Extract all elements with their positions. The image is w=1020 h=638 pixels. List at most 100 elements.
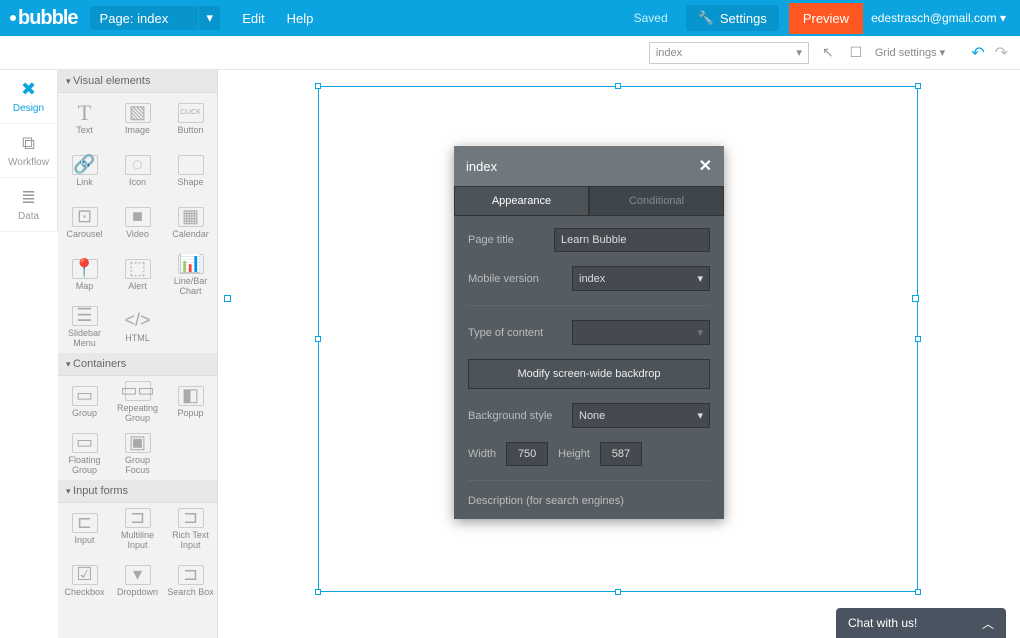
palette-checkbox[interactable]: ☑Checkbox bbox=[58, 555, 111, 607]
calendar-icon: ▦ bbox=[178, 207, 204, 227]
palette-section-input[interactable]: Input forms bbox=[58, 480, 217, 503]
background-style-select[interactable]: None▾ bbox=[572, 403, 710, 428]
dropdown-icon: ▾ bbox=[125, 565, 151, 585]
chevron-down-icon: ▾ bbox=[697, 272, 703, 285]
tab-design[interactable]: ✖ Design bbox=[0, 70, 57, 124]
input-icon: ⊏ bbox=[72, 513, 98, 533]
tab-data[interactable]: ≣ Data bbox=[0, 178, 57, 232]
palette-shape[interactable]: Shape bbox=[164, 145, 217, 197]
button-icon: CLICK bbox=[178, 103, 204, 123]
palette-section-visual[interactable]: Visual elements bbox=[58, 70, 217, 93]
palette-chart[interactable]: 📊Line/Bar Chart bbox=[164, 249, 217, 301]
help-menu[interactable]: Help bbox=[287, 11, 314, 26]
palette-alert[interactable]: ⬚Alert bbox=[111, 249, 164, 301]
group-icon: ▭ bbox=[72, 386, 98, 406]
palette-html[interactable]: </>HTML bbox=[111, 301, 164, 353]
width-label: Width bbox=[468, 448, 496, 460]
palette-repeating-group[interactable]: ▭▭Repeating Group bbox=[111, 376, 164, 428]
chevron-down-icon: ▾ bbox=[697, 409, 703, 422]
palette-group[interactable]: ▭Group bbox=[58, 376, 111, 428]
palette-map[interactable]: 📍Map bbox=[58, 249, 111, 301]
tab-conditional[interactable]: Conditional bbox=[589, 186, 724, 216]
palette-link[interactable]: 🔗Link bbox=[58, 145, 111, 197]
resize-handle-ml[interactable] bbox=[315, 336, 321, 342]
property-editor[interactable]: index ✕ Appearance Conditional Page titl… bbox=[454, 146, 724, 519]
resize-handle-bl[interactable] bbox=[315, 589, 321, 595]
parents-arrow-icon[interactable]: ↖ bbox=[819, 44, 837, 61]
settings-button[interactable]: 🔧 Settings bbox=[686, 5, 779, 31]
tab-workflow[interactable]: ⧉ Workflow bbox=[0, 124, 57, 178]
element-palette: Visual elements TText ▧Image CLICKButton… bbox=[58, 70, 218, 638]
page-title-input[interactable] bbox=[554, 228, 710, 252]
palette-dropdown[interactable]: ▾Dropdown bbox=[111, 555, 164, 607]
palette-section-containers[interactable]: Containers bbox=[58, 353, 217, 376]
palette-multiline[interactable]: ⊐Multiline Input bbox=[111, 503, 164, 555]
undo-button[interactable]: ↶ bbox=[971, 43, 984, 63]
resize-handle-tl[interactable] bbox=[315, 83, 321, 89]
close-icon[interactable]: ✕ bbox=[699, 156, 712, 176]
palette-slidebar[interactable]: ☰Slidebar Menu bbox=[58, 301, 111, 353]
edit-menu[interactable]: Edit bbox=[242, 11, 264, 26]
redo-button[interactable]: ↷ bbox=[995, 43, 1008, 63]
page-width-handle-right[interactable] bbox=[912, 295, 919, 302]
palette-richtext[interactable]: ⊐Rich Text Input bbox=[164, 503, 217, 555]
palette-searchbox[interactable]: ⊐Search Box bbox=[164, 555, 217, 607]
palette-button[interactable]: CLICKButton bbox=[164, 93, 217, 145]
chevron-down-icon: ▾ bbox=[1000, 11, 1006, 25]
richtext-icon: ⊐ bbox=[178, 508, 204, 528]
palette-image[interactable]: ▧Image bbox=[111, 93, 164, 145]
height-input[interactable] bbox=[600, 442, 642, 466]
resize-handle-bm[interactable] bbox=[615, 589, 621, 595]
width-input[interactable] bbox=[506, 442, 548, 466]
page-width-handle-left[interactable] bbox=[224, 295, 231, 302]
group-focus-icon: ▣ bbox=[125, 433, 151, 453]
html-icon: </> bbox=[125, 311, 151, 331]
palette-icon[interactable]: ◌Icon bbox=[111, 145, 164, 197]
tab-appearance[interactable]: Appearance bbox=[454, 186, 589, 216]
floating-group-icon: ▭ bbox=[72, 433, 98, 453]
shape-icon bbox=[178, 155, 204, 175]
palette-text[interactable]: TText bbox=[58, 93, 111, 145]
page-selector-dropdown[interactable]: ▾ bbox=[198, 6, 220, 30]
modify-backdrop-button[interactable]: Modify screen-wide backdrop bbox=[468, 359, 710, 389]
page-selector[interactable]: Page: index ▾ bbox=[90, 6, 221, 30]
grid-settings-dropdown[interactable]: Grid settings ▾ bbox=[875, 46, 945, 59]
resize-handle-tm[interactable] bbox=[615, 83, 621, 89]
chevron-up-icon: ︿ bbox=[982, 615, 994, 632]
element-tree-dropdown[interactable]: index▾ bbox=[649, 42, 809, 64]
wrench-icon: 🔧 bbox=[698, 10, 714, 26]
design-icon: ✖ bbox=[21, 79, 36, 100]
palette-input[interactable]: ⊏Input bbox=[58, 503, 111, 555]
chart-icon: 📊 bbox=[178, 254, 204, 274]
repeating-group-icon: ▭▭ bbox=[125, 381, 151, 401]
video-icon: ■ bbox=[125, 207, 151, 227]
page-selector-main[interactable]: Page: index bbox=[90, 6, 199, 30]
palette-group-focus[interactable]: ▣Group Focus bbox=[111, 428, 164, 480]
bubble-logo[interactable]: bubble bbox=[10, 7, 78, 30]
alert-icon: ⬚ bbox=[125, 259, 151, 279]
text-icon: T bbox=[72, 103, 98, 123]
palette-floating-group[interactable]: ▭Floating Group bbox=[58, 428, 111, 480]
chat-widget[interactable]: Chat with us! ︿ bbox=[836, 608, 1006, 638]
page-title-label: Page title bbox=[468, 234, 546, 246]
icon-icon: ◌ bbox=[125, 155, 151, 175]
resize-handle-tr[interactable] bbox=[915, 83, 921, 89]
palette-popup[interactable]: ◧Popup bbox=[164, 376, 217, 428]
palette-calendar[interactable]: ▦Calendar bbox=[164, 197, 217, 249]
type-of-content-select[interactable]: ▾ bbox=[572, 320, 710, 345]
palette-carousel[interactable]: ⊡Carousel bbox=[58, 197, 111, 249]
mobile-version-select[interactable]: index▾ bbox=[572, 266, 710, 291]
saved-indicator: Saved bbox=[634, 11, 668, 25]
searchbox-icon: ⊐ bbox=[178, 565, 204, 585]
resize-handle-br[interactable] bbox=[915, 589, 921, 595]
description-label: Description (for search engines) bbox=[468, 495, 710, 507]
resize-handle-mr[interactable] bbox=[915, 336, 921, 342]
preview-button[interactable]: Preview bbox=[789, 3, 863, 34]
user-menu[interactable]: edestrasch@gmail.com ▾ bbox=[871, 11, 1006, 25]
workflow-icon: ⧉ bbox=[22, 133, 35, 154]
hide-element-icon[interactable]: ☐ bbox=[847, 44, 865, 61]
checkbox-icon: ☑ bbox=[72, 565, 98, 585]
type-of-content-label: Type of content bbox=[468, 327, 564, 339]
palette-video[interactable]: ■Video bbox=[111, 197, 164, 249]
image-icon: ▧ bbox=[125, 103, 151, 123]
